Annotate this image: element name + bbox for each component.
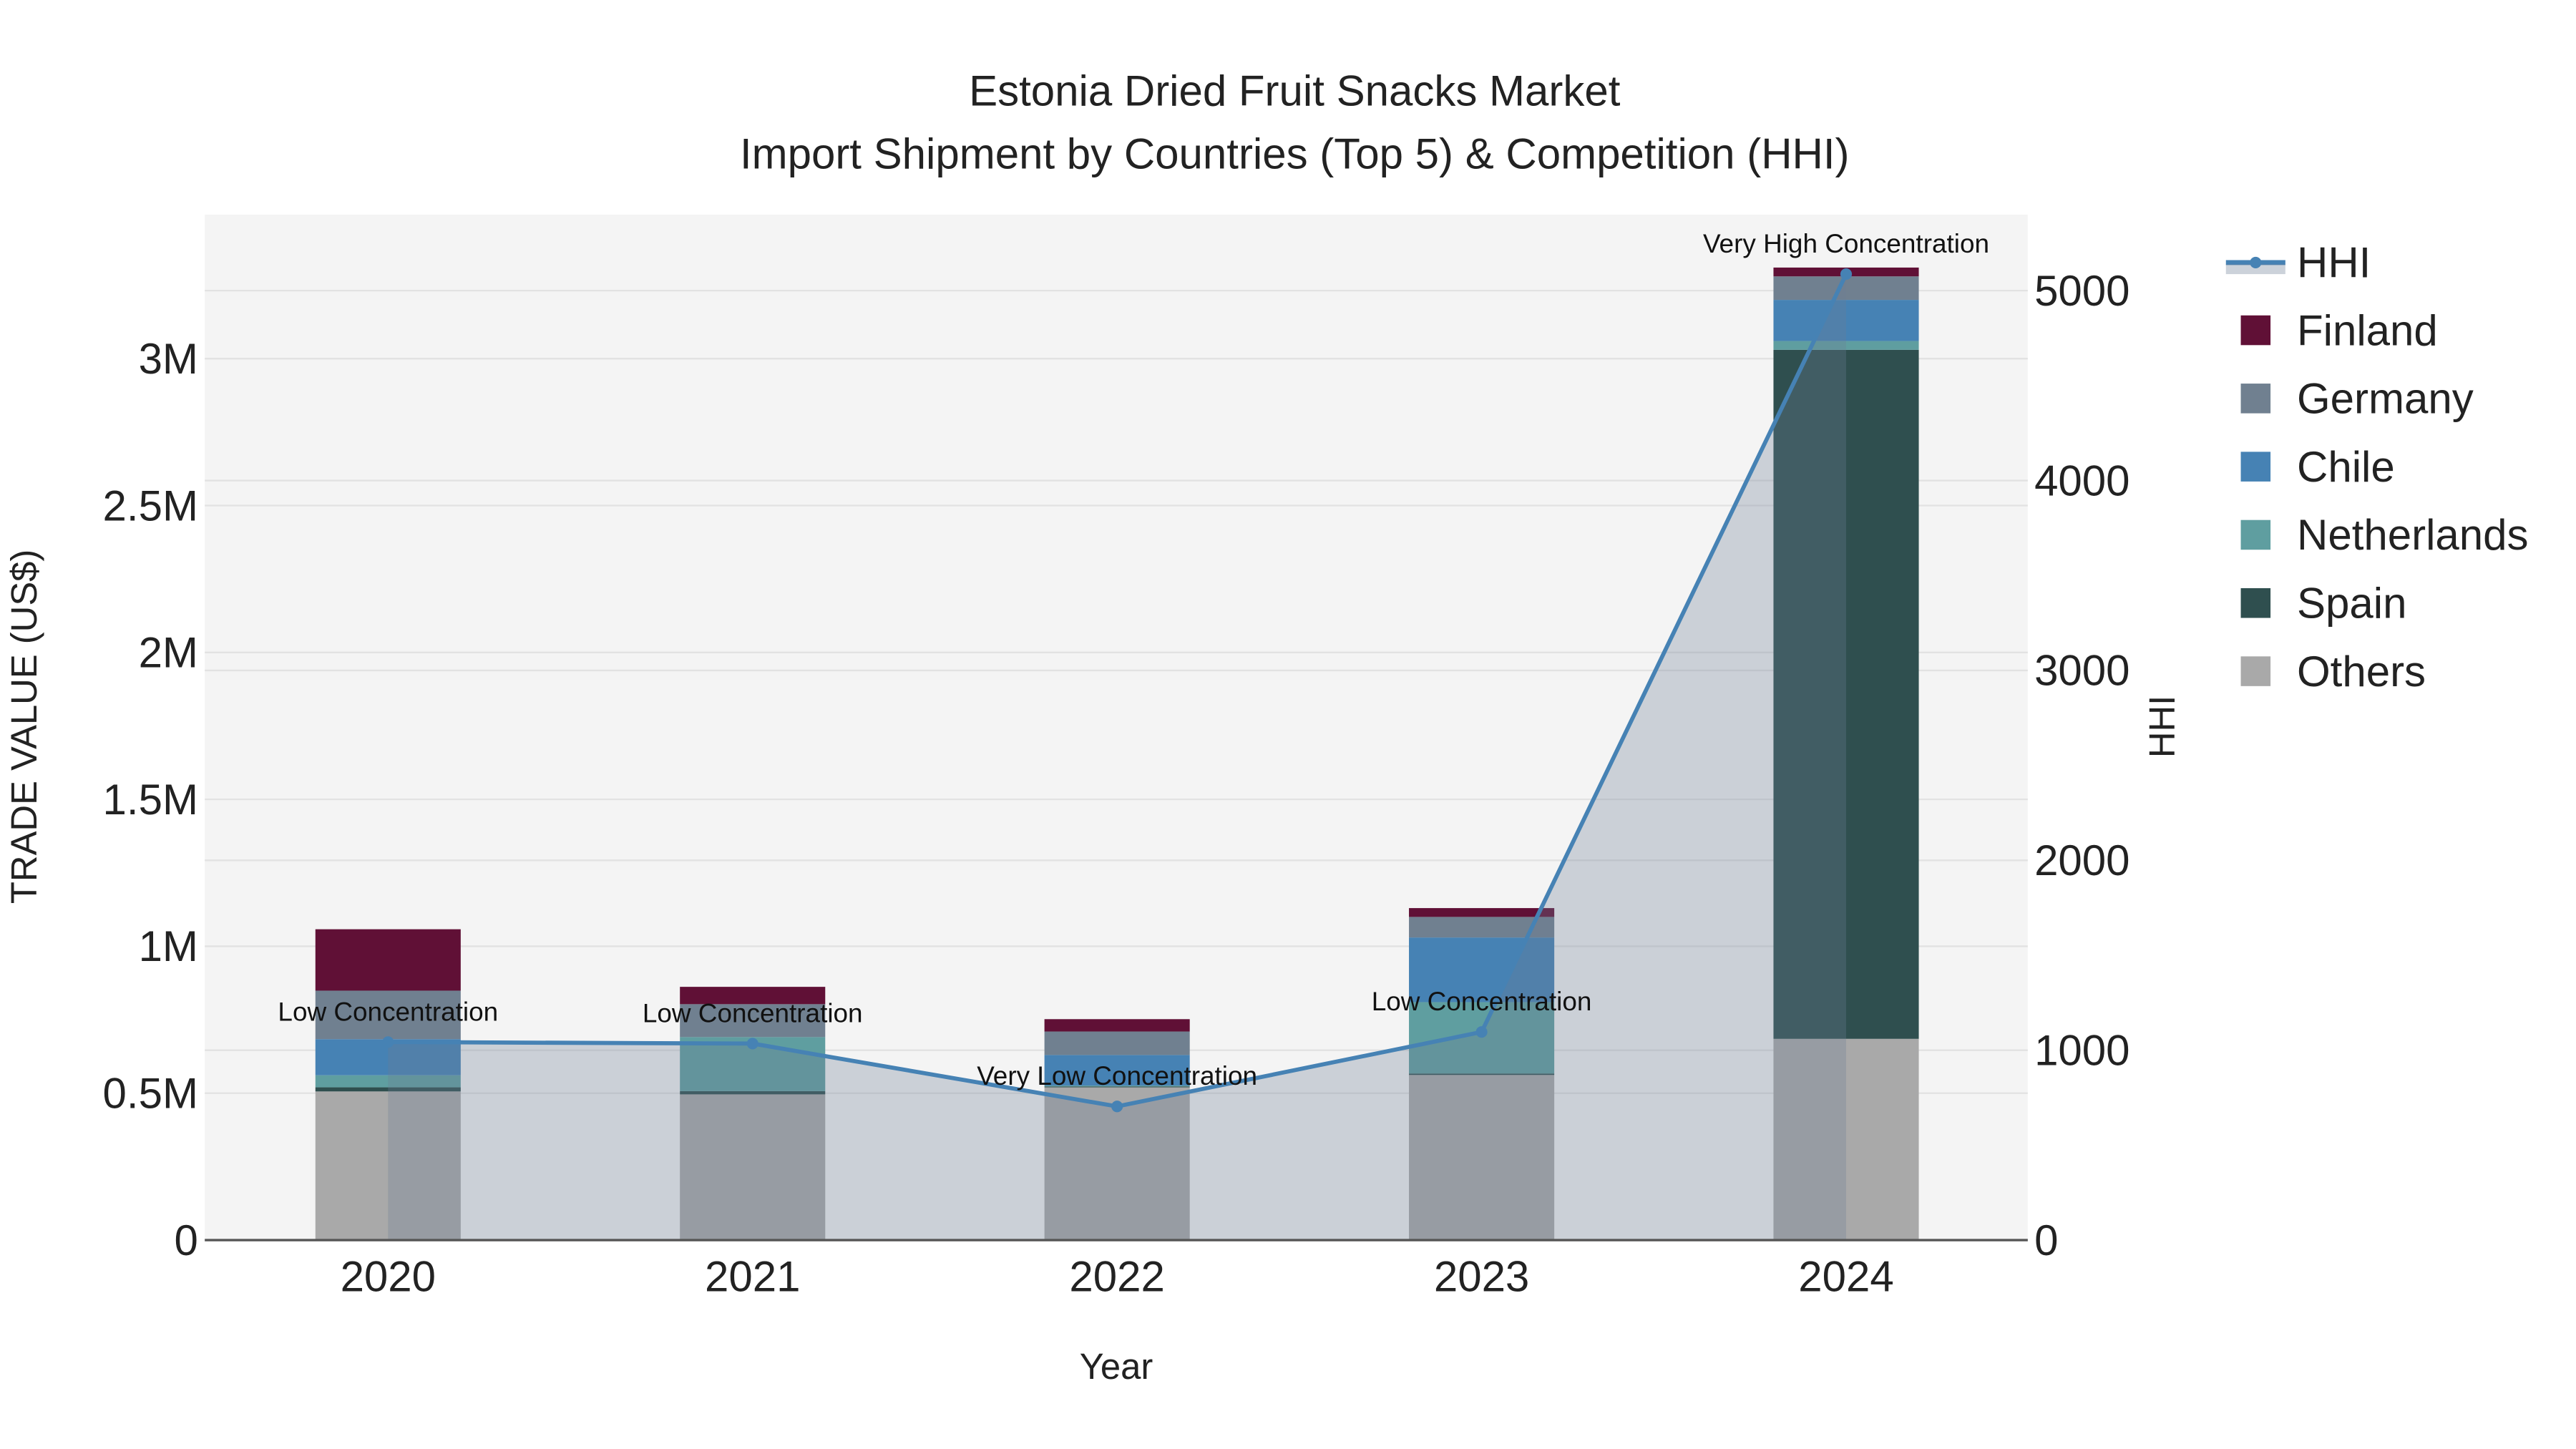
hhi-label: Low Concentration (1372, 987, 1592, 1016)
y-tick-label: 1M (139, 922, 198, 970)
bar-finland-2022 (1044, 1019, 1190, 1032)
y-axis-title: TRADE VALUE (US$) (4, 550, 44, 904)
y-tick-label: 1.5M (103, 776, 198, 824)
x-tick-label: 2021 (705, 1253, 800, 1301)
legend-spain-swatch (2240, 588, 2271, 618)
hhi-label: Low Concentration (643, 998, 863, 1028)
y2-axis-title: HHI (2142, 696, 2182, 758)
hhi-point (1840, 268, 1853, 280)
y2-tick-label: 0 (2034, 1216, 2058, 1264)
legend-label[interactable]: HHI (2297, 239, 2371, 287)
x-axis-title: Year (1080, 1346, 1153, 1387)
y-tick-label: 2.5M (103, 482, 198, 530)
hhi-point (1475, 1026, 1488, 1038)
x-tick-label: 2022 (1069, 1253, 1164, 1301)
x-tick-label: 2023 (1434, 1253, 1529, 1301)
legend-germany-swatch (2240, 384, 2271, 414)
legend-label[interactable]: Spain (2297, 580, 2406, 628)
bar-germany-2022 (1044, 1031, 1190, 1055)
hhi-point (1111, 1101, 1123, 1113)
hhi-point (382, 1036, 394, 1048)
y2-tick-label: 2000 (2034, 836, 2129, 884)
x-tick-label: 2020 (341, 1253, 436, 1301)
y2-tick-label: 4000 (2034, 457, 2129, 504)
chart-subtitle: Import Shipment by Countries (Top 5) & C… (740, 130, 1850, 177)
legend-netherlands-swatch (2240, 519, 2271, 550)
chart-title: Estonia Dried Fruit Snacks Market (969, 67, 1621, 115)
hhi-label: Low Concentration (278, 997, 498, 1026)
hhi-point (746, 1038, 758, 1050)
legend-hhi-marker (2250, 256, 2262, 268)
legend-chile-swatch (2240, 452, 2271, 482)
y2-tick-label: 5000 (2034, 267, 2129, 315)
y-tick-label: 3M (139, 335, 198, 383)
legend-others-swatch (2240, 656, 2271, 686)
legend-finland-swatch (2240, 315, 2271, 346)
legend-label[interactable]: Chile (2297, 443, 2395, 491)
chart: Low Concentration Low Concentration Very L… (0, 0, 2576, 1449)
y2-tick-label: 1000 (2034, 1026, 2129, 1074)
y-tick-label: 0 (175, 1216, 198, 1264)
y2-tick-label: 3000 (2034, 647, 2129, 695)
legend-label[interactable]: Others (2297, 648, 2426, 696)
legend-label[interactable]: Germany (2297, 375, 2474, 423)
y-tick-label: 2M (139, 629, 198, 677)
legend-label[interactable]: Netherlands (2297, 511, 2529, 559)
hhi-label: Very High Concentration (1703, 229, 1989, 258)
legend-label[interactable]: Finland (2297, 306, 2438, 354)
hhi-label: Very Low Concentration (977, 1061, 1257, 1091)
y-tick-label: 0.5M (103, 1070, 198, 1118)
bar-finland-2023 (1409, 908, 1555, 917)
bar-finland-2020 (315, 929, 461, 991)
x-tick-label: 2024 (1798, 1253, 1893, 1301)
